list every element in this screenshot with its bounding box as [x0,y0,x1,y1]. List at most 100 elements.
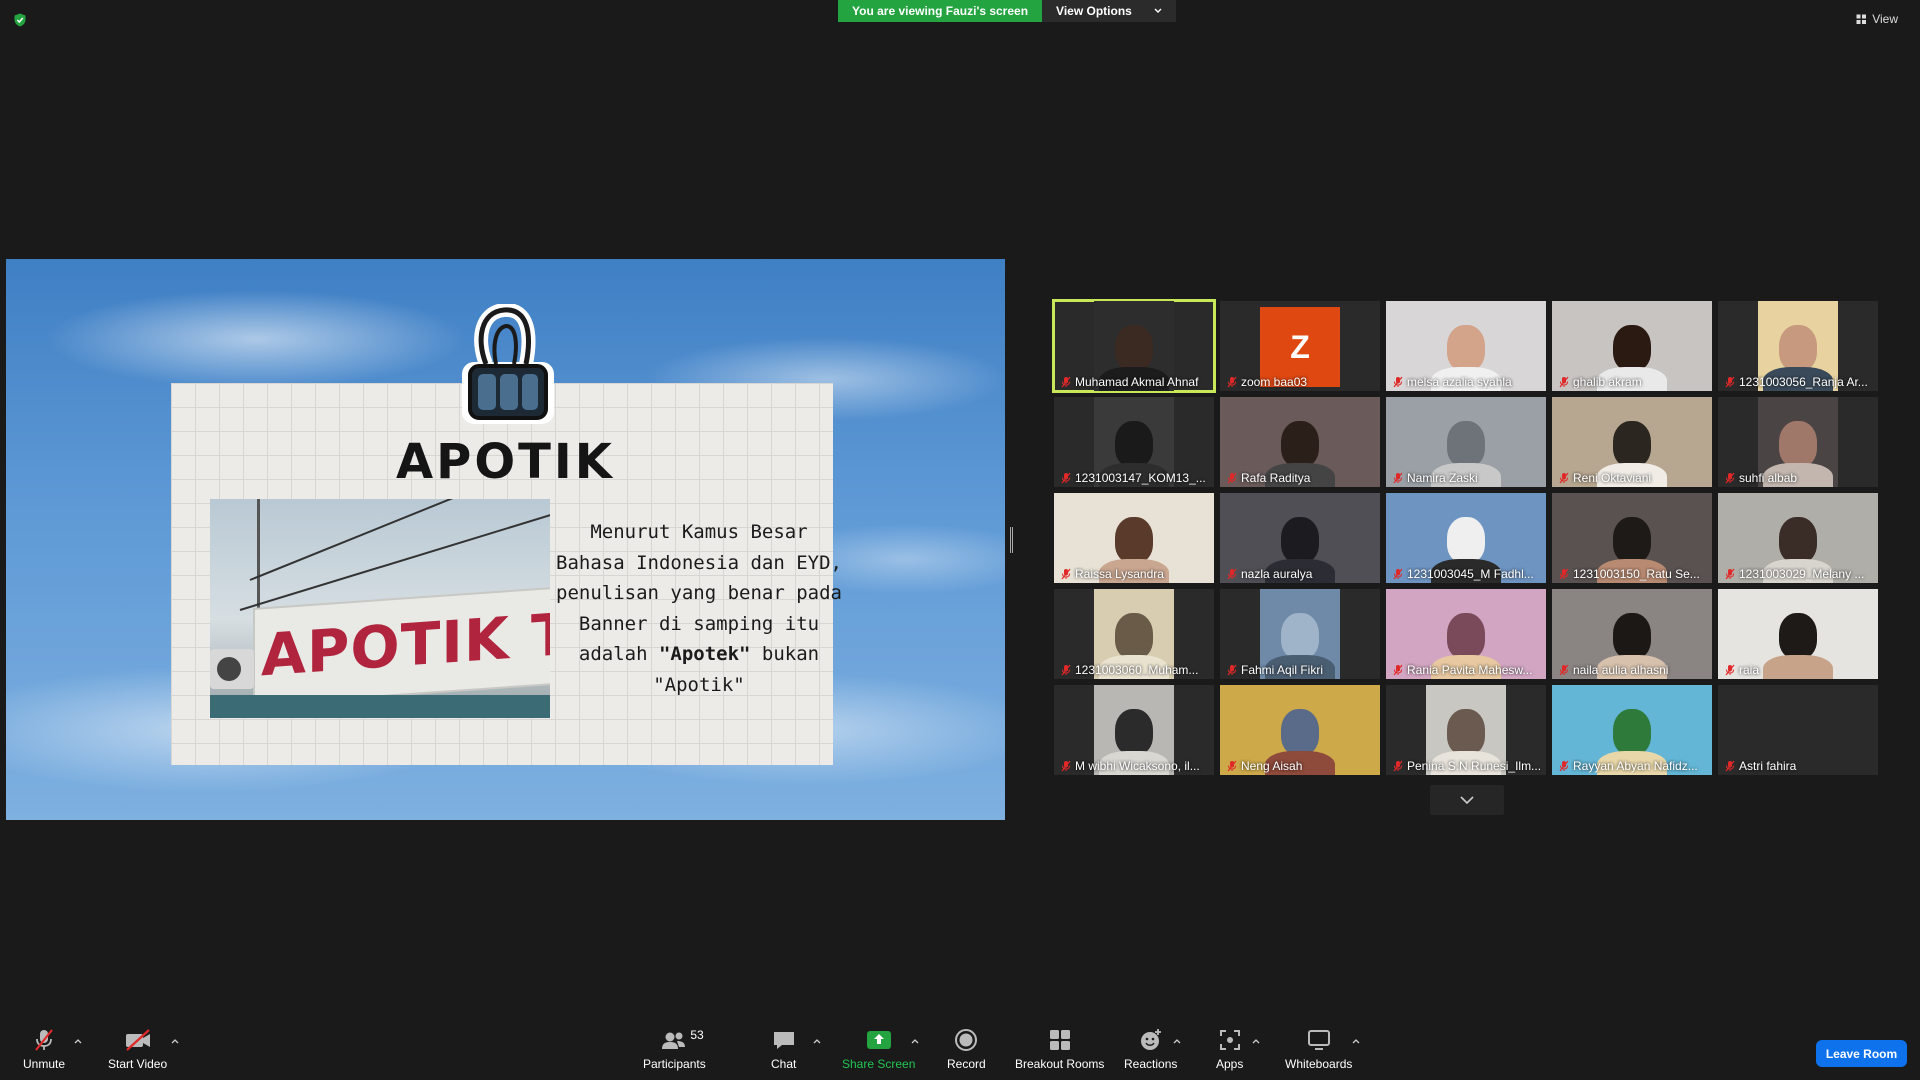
participant-name-label: 1231003029_Melany ... [1739,567,1865,581]
participant-tile[interactable]: Astri fahira [1718,685,1878,775]
whiteboards-label: Whiteboards [1285,1057,1353,1071]
muted-microphone-icon [1559,472,1569,484]
reactions-label: Reactions [1124,1057,1178,1071]
participant-tile[interactable]: Muhamad Akmal Ahnaf [1052,299,1216,393]
participant-name: 1231003060_Muham... [1060,663,1210,677]
participant-tile[interactable]: suhfi albab [1718,397,1878,487]
slide-body-text: Menurut Kamus Besar Bahasa Indonesia dan… [554,517,844,700]
participant-tile[interactable]: 1231003060_Muham... [1054,589,1214,679]
participant-tile[interactable]: Zzoom baa03 [1220,301,1380,391]
participants-button[interactable]: 53 Participants [643,1028,706,1071]
participant-tile[interactable]: Neng Aisah [1220,685,1380,775]
participant-name: 1231003045_M Fadhl... [1392,567,1542,581]
whiteboards-button[interactable]: Whiteboards [1285,1028,1352,1071]
video-off-icon [125,1029,150,1051]
participant-tile[interactable]: 1231003029_Melany ... [1718,493,1878,583]
participant-tile[interactable]: naila aulia alhasni [1552,589,1712,679]
participant-name-label: Fahmi Aqil Fikri [1241,663,1324,677]
reactions-options-caret-icon[interactable] [1172,1036,1182,1046]
participant-name-label: Penina S.N Runesi_Ilm... [1407,759,1542,773]
participant-name-label: Namira Zaski [1407,471,1478,485]
muted-microphone-icon [1061,376,1071,388]
unmute-button[interactable]: Unmute [23,1028,65,1071]
shared-screen[interactable]: APOTIK APOTIK TAN Menurut Kamus Besar Ba… [6,259,1005,820]
participant-name: melsa azalia syahla [1392,375,1542,389]
muted-microphone-icon [1061,760,1071,772]
record-button[interactable]: Record [947,1028,986,1071]
reactions-button[interactable]: Reactions [1124,1028,1177,1071]
chat-icon [773,1032,794,1049]
participant-tile[interactable]: 1231003045_M Fadhl... [1386,493,1546,583]
participant-name: Rayyan Abyan Nafidz... [1558,759,1708,773]
binder-clip-icon [462,304,554,424]
record-icon [955,1029,978,1051]
banner-photo: APOTIK TAN [210,499,550,718]
participant-name: Muhamad Akmal Ahnaf [1060,375,1210,389]
muted-microphone-icon [1061,664,1071,676]
participant-tile[interactable]: melsa azalia syahla [1386,301,1546,391]
start-video-button[interactable]: Start Video [108,1028,167,1071]
participant-tile[interactable]: M wibhi Wicaksono, il... [1054,685,1214,775]
view-options-button[interactable]: View Options [1042,0,1176,22]
share-screen-button[interactable]: Share Screen [842,1028,915,1071]
audio-options-caret-icon[interactable] [73,1036,83,1046]
share-options-caret-icon[interactable] [910,1036,920,1046]
video-options-caret-icon[interactable] [170,1036,180,1046]
encryption-shield-icon[interactable] [13,13,27,27]
participant-name: suhfi albab [1724,471,1874,485]
participant-tile[interactable]: Namira Zaski [1386,397,1546,487]
participant-name: Rafa Raditya [1226,471,1376,485]
participant-tile[interactable]: Reni Oktaviani [1552,397,1712,487]
muted-microphone-icon [1227,664,1237,676]
muted-microphone-icon [1393,664,1403,676]
whiteboards-options-caret-icon[interactable] [1351,1036,1361,1046]
participant-name-label: Astri fahira [1739,759,1797,773]
participant-tile[interactable]: Raissa Lysandra [1054,493,1214,583]
panel-resize-handle[interactable] [1010,527,1013,553]
participant-tile[interactable]: raia [1718,589,1878,679]
view-button[interactable]: View [1856,12,1898,26]
participant-tile[interactable]: 1231003056_Ranja Ar... [1718,301,1878,391]
participant-tile[interactable]: Fahmi Aqil Fikri [1220,589,1380,679]
muted-microphone-icon [1559,760,1569,772]
participant-tile[interactable]: Rania Pavita Mahesw... [1386,589,1546,679]
participant-tile[interactable]: 1231003147_KOM13_... [1054,397,1214,487]
chat-button[interactable]: Chat [771,1028,796,1071]
participant-tile[interactable]: Rayyan Abyan Nafidz... [1552,685,1712,775]
participant-name-label: zoom baa03 [1241,375,1308,389]
muted-microphone-icon [35,1029,53,1051]
muted-microphone-icon [1061,472,1071,484]
muted-microphone-icon [1227,472,1237,484]
participant-tile[interactable]: Rafa Raditya [1220,397,1380,487]
apps-options-caret-icon[interactable] [1251,1036,1261,1046]
muted-microphone-icon [1393,376,1403,388]
participant-name-label: nazla auralya [1241,567,1313,581]
start-video-label: Start Video [108,1057,168,1071]
participant-tile[interactable]: ghalib akram [1552,301,1712,391]
breakout-rooms-button[interactable]: Breakout Rooms [1015,1028,1104,1071]
next-page-button[interactable] [1430,785,1504,815]
share-screen-label: Share Screen [842,1057,916,1071]
chat-options-caret-icon[interactable] [812,1036,822,1046]
participant-name-label: Rafa Raditya [1241,471,1311,485]
participant-name: M wibhi Wicaksono, il... [1060,759,1210,773]
slide-title: APOTIK [396,434,615,490]
participant-name: Reni Oktaviani [1558,471,1708,485]
meeting-toolbar: Unmute Start Video 53 Participants Chat … [0,1018,1920,1080]
chevron-down-icon [1460,796,1474,804]
muted-microphone-icon [1227,568,1237,580]
muted-microphone-icon [1559,568,1569,580]
unmute-label: Unmute [23,1057,66,1071]
participants-label: Participants [643,1057,706,1071]
leave-room-button[interactable]: Leave Room [1816,1040,1907,1067]
apps-button[interactable]: Apps [1216,1028,1243,1071]
screen-share-banner: You are viewing Fauzi's screen View Opti… [838,0,1176,22]
participant-name: 1231003056_Ranja Ar... [1724,375,1874,389]
participant-tile[interactable]: nazla auralya [1220,493,1380,583]
participant-name-label: suhfi albab [1739,471,1798,485]
participant-tile[interactable]: Penina S.N Runesi_Ilm... [1386,685,1546,775]
participant-name-label: Neng Aisah [1241,759,1303,773]
muted-microphone-icon [1725,568,1735,580]
participant-tile[interactable]: 1231003150_Ratu Se... [1552,493,1712,583]
gallery-view-icon [1856,14,1867,24]
